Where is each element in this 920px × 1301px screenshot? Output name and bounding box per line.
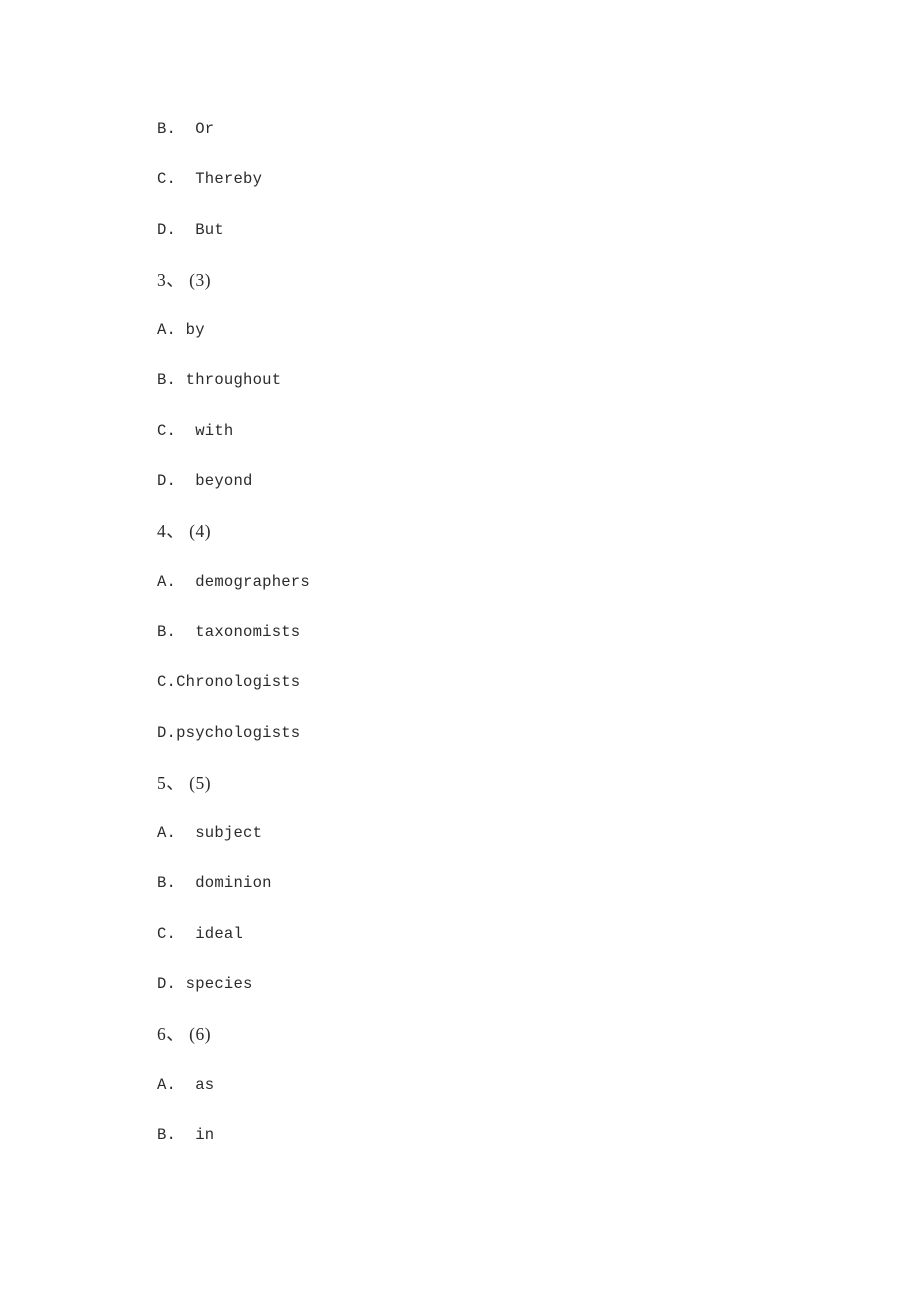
answer-option-opt-5-d: D. species	[157, 975, 253, 994]
document-page: B. Or C. Thereby D. But 3、 (3) A. by B. throu…	[0, 0, 920, 1301]
answer-option-opt-4-b: B. taxonomists	[157, 622, 301, 641]
question-number-q-4: 4、 (4)	[157, 521, 212, 542]
question-list: B. Or C. Thereby D. But 3、 (3) A. by B. throu…	[157, 104, 857, 1160]
answer-option-opt-5-b: B. dominion	[157, 874, 272, 893]
answer-option-opt-2-c: C. Thereby	[157, 170, 263, 189]
answer-option-opt-3-b: B. throughout	[157, 371, 282, 390]
question-number-q-3: 3、 (3)	[157, 269, 212, 290]
question-number-q-6: 6、 (6)	[157, 1024, 212, 1045]
answer-option-opt-6-a: A. as	[157, 1075, 215, 1094]
answer-option-opt-5-a: A. subject	[157, 824, 263, 843]
answer-option-opt-4-d: D.psychologists	[157, 723, 301, 742]
question-number-q-5: 5、 (5)	[157, 772, 212, 793]
answer-option-opt-2-b: B. Or	[157, 120, 215, 138]
answer-option-opt-4-c: C.Chronologists	[157, 673, 301, 692]
answer-option-opt-2-d: D. But	[157, 220, 224, 239]
answer-option-opt-5-c: C. ideal	[157, 924, 244, 943]
answer-option-opt-6-b: B. in	[157, 1125, 215, 1144]
answer-option-opt-4-a: A. demographers	[157, 572, 310, 591]
answer-option-opt-3-a: A. by	[157, 321, 205, 340]
answer-option-opt-3-c: C. with	[157, 421, 234, 440]
answer-option-opt-3-d: D. beyond	[157, 472, 253, 491]
